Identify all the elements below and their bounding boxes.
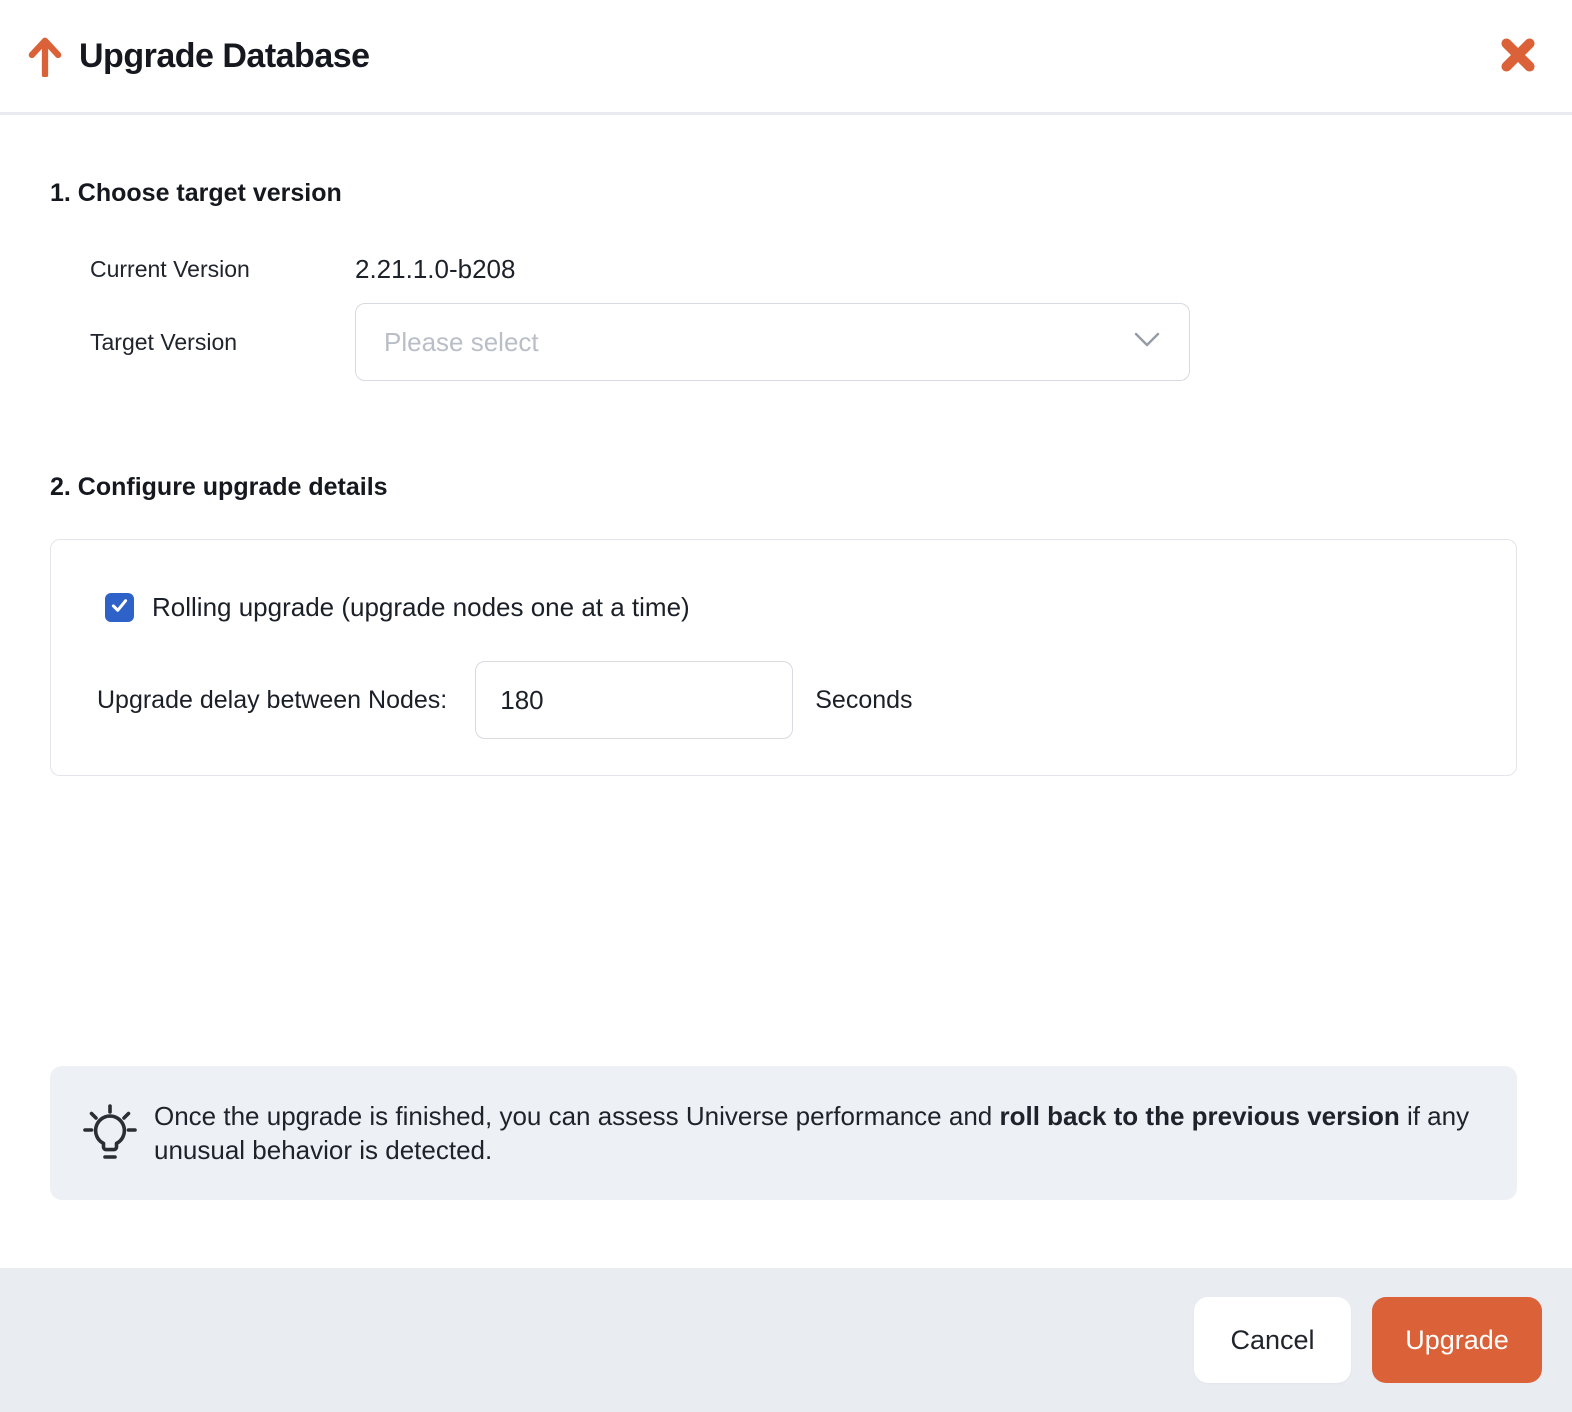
close-icon xyxy=(1497,34,1539,79)
cancel-button[interactable]: Cancel xyxy=(1194,1297,1351,1383)
current-version-label: Current Version xyxy=(90,256,355,283)
target-version-label: Target Version xyxy=(90,329,355,356)
modal-title: Upgrade Database xyxy=(79,37,370,76)
current-version-value: 2.21.1.0-b208 xyxy=(355,254,515,285)
upgrade-database-modal: Upgrade Database 1. Choose target versio… xyxy=(0,0,1572,1200)
modal-body: 1. Choose target version Current Version… xyxy=(0,179,1572,1200)
modal-header: Upgrade Database xyxy=(0,0,1572,115)
upgrade-arrow-icon xyxy=(25,34,65,78)
note-text-before: Once the upgrade is finished, you can as… xyxy=(154,1101,999,1131)
section-heading-configure: 2. Configure upgrade details xyxy=(50,473,1522,502)
rolling-upgrade-label[interactable]: Rolling upgrade (upgrade nodes one at a … xyxy=(152,592,690,623)
target-version-select[interactable]: Please select xyxy=(355,303,1190,381)
upgrade-delay-row: Upgrade delay between Nodes: Seconds xyxy=(97,661,1471,739)
modal-footer: Cancel Upgrade xyxy=(0,1268,1572,1412)
lightbulb-icon xyxy=(76,1094,144,1172)
info-note-text: Once the upgrade is finished, you can as… xyxy=(154,1099,1487,1168)
chevron-down-icon xyxy=(1133,331,1161,353)
target-version-row: Target Version Please select xyxy=(50,303,1522,381)
upgrade-config-card: Rolling upgrade (upgrade nodes one at a … xyxy=(50,539,1517,776)
current-version-row: Current Version 2.21.1.0-b208 xyxy=(50,254,1522,285)
info-note: Once the upgrade is finished, you can as… xyxy=(50,1066,1517,1200)
rolling-upgrade-row: Rolling upgrade (upgrade nodes one at a … xyxy=(105,592,1471,623)
upgrade-delay-input[interactable] xyxy=(475,661,793,739)
upgrade-button[interactable]: Upgrade xyxy=(1372,1297,1542,1383)
upgrade-delay-unit: Seconds xyxy=(815,686,912,715)
upgrade-delay-label: Upgrade delay between Nodes: xyxy=(97,686,447,715)
checkmark-icon xyxy=(109,595,130,621)
note-text-bold: roll back to the previous version xyxy=(999,1101,1399,1131)
rolling-upgrade-checkbox[interactable] xyxy=(105,593,134,622)
section-heading-choose-version: 1. Choose target version xyxy=(50,179,1522,208)
target-version-placeholder: Please select xyxy=(384,327,1133,358)
close-button[interactable] xyxy=(1494,32,1542,80)
